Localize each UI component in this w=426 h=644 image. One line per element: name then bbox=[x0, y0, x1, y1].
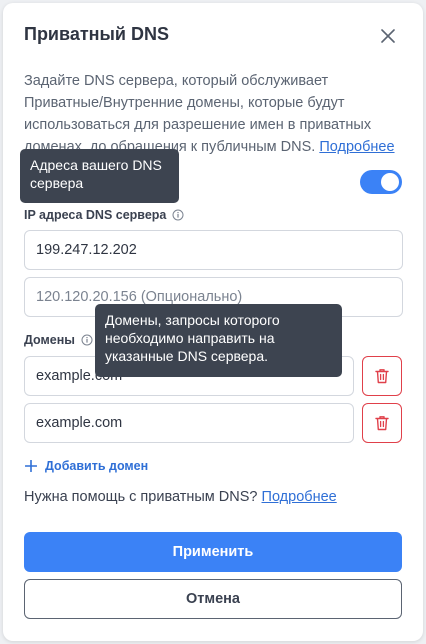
trash-icon bbox=[375, 416, 389, 431]
dns-tooltip: Адреса вашего DNS сервера bbox=[20, 149, 179, 203]
apply-button[interactable]: Применить bbox=[24, 532, 402, 572]
ip-section-label: IP адреса DNS сервера bbox=[24, 208, 184, 222]
info-icon[interactable] bbox=[172, 209, 184, 221]
toggle-knob bbox=[381, 173, 399, 191]
dns-ip-primary-input[interactable]: 199.247.12.202 bbox=[24, 230, 403, 270]
delete-domain-button[interactable] bbox=[362, 403, 402, 443]
ip-label-text: IP адреса DNS сервера bbox=[24, 208, 167, 222]
domains-tooltip: Домены, запросы которого необходимо напр… bbox=[95, 304, 342, 377]
private-dns-dialog: Приватный DNS Задайте DNS сервера, котор… bbox=[3, 3, 423, 641]
add-domain-button[interactable]: Добавить домен bbox=[25, 459, 148, 473]
dialog-description: Задайте DNS сервера, который обслуживает… bbox=[24, 70, 409, 158]
add-domain-label: Добавить домен bbox=[45, 459, 149, 473]
close-button[interactable] bbox=[375, 23, 401, 49]
domain-input[interactable]: example.com bbox=[24, 403, 354, 443]
private-dns-toggle[interactable] bbox=[360, 170, 402, 194]
cancel-button[interactable]: Отмена bbox=[24, 579, 402, 619]
plus-icon bbox=[25, 460, 37, 472]
close-icon bbox=[381, 29, 395, 43]
help-text: Нужна помощь с приватным DNS? bbox=[24, 489, 258, 505]
domains-section-label: Домены bbox=[24, 333, 93, 347]
dialog-title: Приватный DNS bbox=[24, 24, 169, 44]
help-more-link[interactable]: Подробнее bbox=[262, 489, 337, 505]
delete-domain-button[interactable] bbox=[362, 356, 402, 396]
description-more-link[interactable]: Подробнее bbox=[319, 139, 394, 155]
help-line: Нужна помощь с приватным DNS? Подробнее bbox=[24, 489, 337, 505]
domains-label-text: Домены bbox=[24, 333, 75, 347]
info-icon[interactable] bbox=[81, 334, 93, 346]
trash-icon bbox=[375, 369, 389, 384]
